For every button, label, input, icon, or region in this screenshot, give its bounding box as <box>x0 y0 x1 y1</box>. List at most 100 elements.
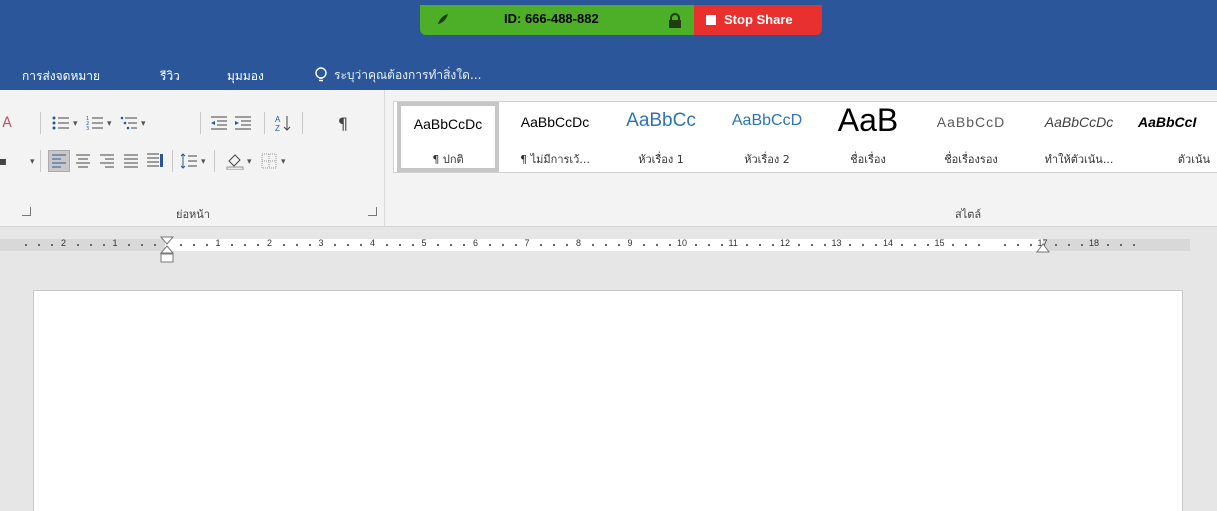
style-subtitle[interactable]: AaBbCcD ชื่อเรื่องรอง <box>916 102 1026 172</box>
ruler-tick <box>141 244 144 246</box>
ruler-tick <box>463 244 466 246</box>
tab-view[interactable]: มุมมอง <box>227 67 264 86</box>
ruler-number: 8 <box>576 238 582 248</box>
style-preview: AaBbCcI <box>1138 114 1197 130</box>
align-center-icon[interactable] <box>72 150 94 172</box>
ruler-tick <box>192 244 195 246</box>
ruler-tick <box>823 244 826 246</box>
justify-icon[interactable] <box>120 150 142 172</box>
style-subtle-emphasis[interactable]: AaBbCcDc ทำให้ตัวเน้น... <box>1026 102 1132 172</box>
multilevel-list-icon[interactable] <box>118 112 140 134</box>
separator <box>264 112 265 134</box>
align-right-icon[interactable] <box>96 150 118 172</box>
ruler-tick <box>1106 244 1109 246</box>
ruler-number: 10 <box>677 238 688 248</box>
ruler-tick <box>978 244 981 246</box>
font-color-icon[interactable]: ▪ <box>0 150 14 172</box>
ruler-tick <box>952 244 955 246</box>
clear-formatting-icon[interactable]: A <box>0 112 18 134</box>
chevron-down-icon[interactable]: ▾ <box>247 157 252 167</box>
ruler-tick <box>154 244 157 246</box>
chevron-down-icon[interactable]: ▾ <box>73 119 78 129</box>
ruler-number: 18 <box>1089 238 1100 248</box>
ruler-tick <box>25 244 28 246</box>
svg-text:3: 3 <box>86 126 89 131</box>
sort-icon[interactable]: AZ <box>272 112 294 134</box>
chevron-down-icon[interactable]: ▾ <box>107 119 112 129</box>
ruler-tick <box>759 244 762 246</box>
increase-indent-icon[interactable] <box>232 112 254 134</box>
shading-icon[interactable] <box>224 150 246 172</box>
style-name: ชื่อเรื่อง <box>850 153 886 166</box>
separator <box>302 112 303 134</box>
ruler-tick <box>1132 244 1135 246</box>
style-heading-1[interactable]: AaBbCc หัวเรื่อง 1 <box>608 102 714 172</box>
ruler-tick <box>849 244 852 246</box>
ruler-tick <box>566 244 569 246</box>
style-heading-2[interactable]: AaBbCcD หัวเรื่อง 2 <box>714 102 820 172</box>
style-no-spacing[interactable]: AaBbCcDc ¶ ไม่มีการเว้... <box>502 102 608 172</box>
distributed-icon[interactable] <box>144 150 166 172</box>
ribbon-tabs: การส่งจดหมาย รีวิว มุมมอง ระบุว่าคุณต้อง… <box>0 58 1217 90</box>
share-status-bar: ID: 666-488-882 <box>420 5 694 35</box>
style-title[interactable]: AaB ชื่อเรื่อง <box>820 102 916 172</box>
ruler-tick <box>398 244 401 246</box>
indent-marker-icon[interactable] <box>160 236 174 266</box>
ruler-number: 14 <box>883 238 894 248</box>
bullets-icon[interactable] <box>50 112 72 134</box>
decrease-indent-icon[interactable] <box>208 112 230 134</box>
ruler-number: 12 <box>780 238 791 248</box>
ruler-tick <box>179 244 182 246</box>
style-preview: AaB <box>837 102 899 138</box>
ruler-tick <box>89 244 92 246</box>
ruler-tick <box>308 244 311 246</box>
dialog-launcher-icon[interactable] <box>22 207 31 216</box>
styles-group-label: สไตล์ <box>955 208 982 221</box>
ruler-tick <box>720 244 723 246</box>
ruler-tick <box>450 244 453 246</box>
ruler-number: 1 <box>215 238 221 248</box>
paragraph-group: A ▾ 123 ▾ ▾ AZ ¶ ▪ ▾ ▾ ▾ ▾ ย่อหน้า <box>0 90 385 227</box>
style-name: ¶ ปกติ <box>432 153 464 166</box>
svg-text:A: A <box>275 115 281 124</box>
ruler-tick <box>295 244 298 246</box>
ruler-number: 2 <box>61 238 67 248</box>
ruler-tick <box>1003 244 1006 246</box>
ruler-tick <box>810 244 813 246</box>
right-indent-marker-icon[interactable] <box>1036 242 1050 254</box>
document-page[interactable] <box>33 290 1183 511</box>
ruler-tick <box>591 244 594 246</box>
ruler-tick <box>128 244 131 246</box>
ruler-tick <box>231 244 234 246</box>
tab-review[interactable]: รีวิว <box>160 67 180 86</box>
align-left-icon[interactable] <box>48 150 70 172</box>
numbering-icon[interactable]: 123 <box>84 112 106 134</box>
borders-icon[interactable] <box>258 150 280 172</box>
chevron-down-icon[interactable]: ▾ <box>141 119 146 129</box>
tell-me-placeholder: ระบุว่าคุณต้องการทำสิ่งใด... <box>334 67 482 82</box>
ruler-tick <box>205 244 208 246</box>
dialog-launcher-icon[interactable] <box>368 207 377 216</box>
ruler-tick <box>1029 244 1032 246</box>
ruler-tick <box>38 244 41 246</box>
ruler-number: 6 <box>473 238 479 248</box>
separator <box>172 150 173 172</box>
ruler-tick <box>1055 244 1058 246</box>
ruler-number: 4 <box>370 238 376 248</box>
separator <box>214 150 215 172</box>
paragraph-group-label: ย่อหน้า <box>176 208 210 221</box>
chevron-down-icon[interactable]: ▾ <box>30 157 35 167</box>
chevron-down-icon[interactable]: ▾ <box>201 157 206 167</box>
ruler-tick <box>514 244 517 246</box>
line-spacing-icon[interactable] <box>178 150 200 172</box>
style-normal[interactable]: AaBbCcDc ¶ ปกติ <box>397 102 499 172</box>
stop-share-button[interactable]: Stop Share <box>694 5 822 35</box>
tell-me-box[interactable]: ระบุว่าคุณต้องการทำสิ่งใด... <box>314 64 481 86</box>
tab-mailings[interactable]: การส่งจดหมาย <box>22 67 100 86</box>
ruler-tick <box>797 244 800 246</box>
lock-icon[interactable] <box>668 13 682 29</box>
style-emphasis[interactable]: AaBbCcI ตัวเน้น <box>1132 102 1217 172</box>
show-formatting-marks-icon[interactable]: ¶ <box>332 112 354 134</box>
horizontal-ruler[interactable]: 2 1 1 2 3 4 5 6 7 8 9 10 11 12 13 14 15 17 18 <box>0 236 1217 263</box>
chevron-down-icon[interactable]: ▾ <box>281 157 286 167</box>
